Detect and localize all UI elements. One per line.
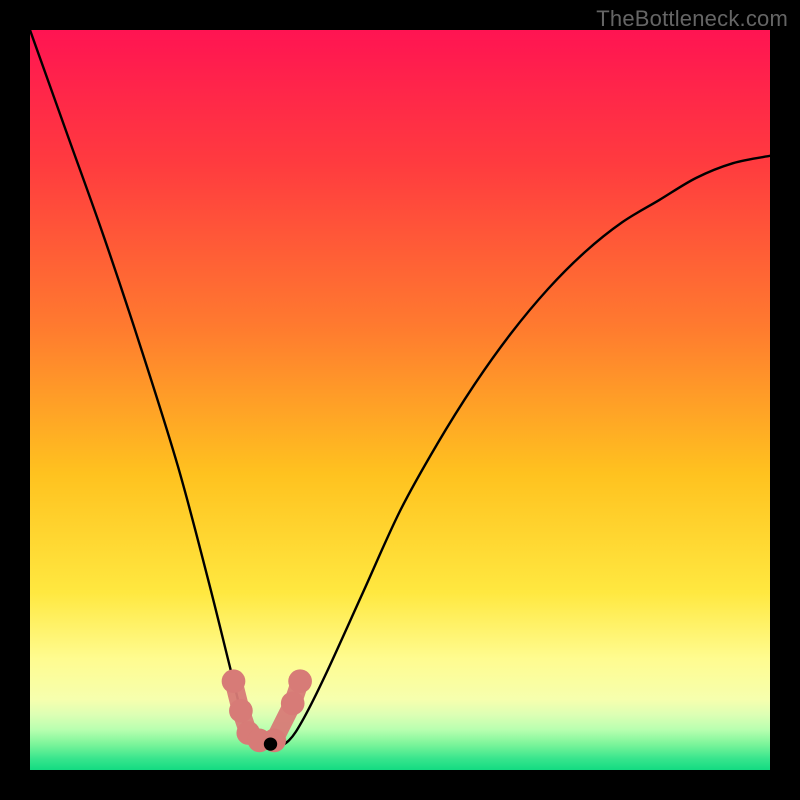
curve-markers bbox=[222, 669, 312, 752]
minimum-marker bbox=[264, 737, 277, 750]
watermark-text: TheBottleneck.com bbox=[596, 6, 788, 32]
curve-marker bbox=[288, 669, 312, 693]
curve-marker bbox=[281, 692, 305, 716]
curve-marker bbox=[222, 669, 246, 693]
curve-layer bbox=[30, 30, 770, 770]
plot-area bbox=[30, 30, 770, 770]
chart-frame: TheBottleneck.com bbox=[0, 0, 800, 800]
bottleneck-curve bbox=[30, 30, 770, 749]
curve-marker bbox=[229, 699, 253, 723]
